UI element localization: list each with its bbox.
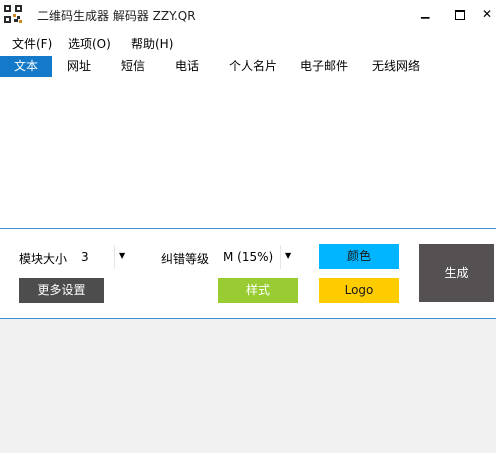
dropdown-arrow: ▼ — [280, 245, 297, 269]
menu-bar: 文件(F) 选项(O) 帮助(H) — [0, 31, 496, 53]
dropdown-arrow: ▼ — [114, 245, 131, 269]
error-level-value: M (15%) — [223, 250, 274, 264]
tab-bar: 文本 网址 短信 电话 个人名片 电子邮件 无线网络 — [0, 56, 496, 79]
minimize-button[interactable]: ▁ — [407, 0, 443, 30]
qr-app-icon — [4, 5, 22, 23]
close-button[interactable]: ✕ — [472, 0, 496, 30]
minimize-icon: ▁ — [421, 6, 430, 19]
more-settings-button[interactable]: 更多设置 — [19, 278, 104, 303]
tab-wifi[interactable]: 无线网络 — [364, 56, 428, 77]
tab-text[interactable]: 文本 — [0, 56, 52, 77]
logo-button[interactable]: Logo — [319, 278, 399, 303]
tab-sms[interactable]: 短信 — [110, 56, 156, 77]
menu-help[interactable]: 帮助(H) — [131, 35, 173, 52]
title-bar: 二维码生成器 解码器 ZZY.QR ▁ ✕ — [0, 0, 496, 30]
qr-preview-area — [0, 319, 496, 453]
module-size-label: 模块大小 — [19, 252, 68, 266]
tab-email[interactable]: 电子邮件 — [292, 56, 356, 77]
window-title: 二维码生成器 解码器 ZZY.QR — [37, 9, 196, 23]
style-button[interactable]: 样式 — [218, 278, 298, 303]
menu-file[interactable]: 文件(F) — [12, 35, 52, 52]
settings-panel: 模块大小 3 ▼ 纠错等级 M (15%) ▼ 颜色 生成 更多设置 样式 Lo… — [0, 229, 496, 317]
error-level-select[interactable]: M (15%) ▼ — [216, 244, 298, 270]
tab-phone[interactable]: 电话 — [164, 56, 210, 77]
tab-url[interactable]: 网址 — [56, 56, 102, 77]
module-size-select[interactable]: 3 ▼ — [74, 244, 132, 270]
maximize-icon — [455, 10, 465, 20]
error-level-label: 纠错等级 — [161, 252, 210, 266]
module-size-value: 3 — [81, 250, 89, 264]
color-button[interactable]: 颜色 — [319, 244, 399, 269]
menu-options[interactable]: 选项(O) — [68, 35, 111, 52]
text-content-input[interactable] — [0, 78, 496, 231]
generate-button[interactable]: 生成 — [419, 244, 494, 302]
tab-business-card[interactable]: 个人名片 — [220, 56, 286, 77]
chevron-down-icon: ▼ — [119, 251, 126, 260]
close-icon: ✕ — [482, 7, 493, 21]
chevron-down-icon: ▼ — [285, 251, 292, 260]
